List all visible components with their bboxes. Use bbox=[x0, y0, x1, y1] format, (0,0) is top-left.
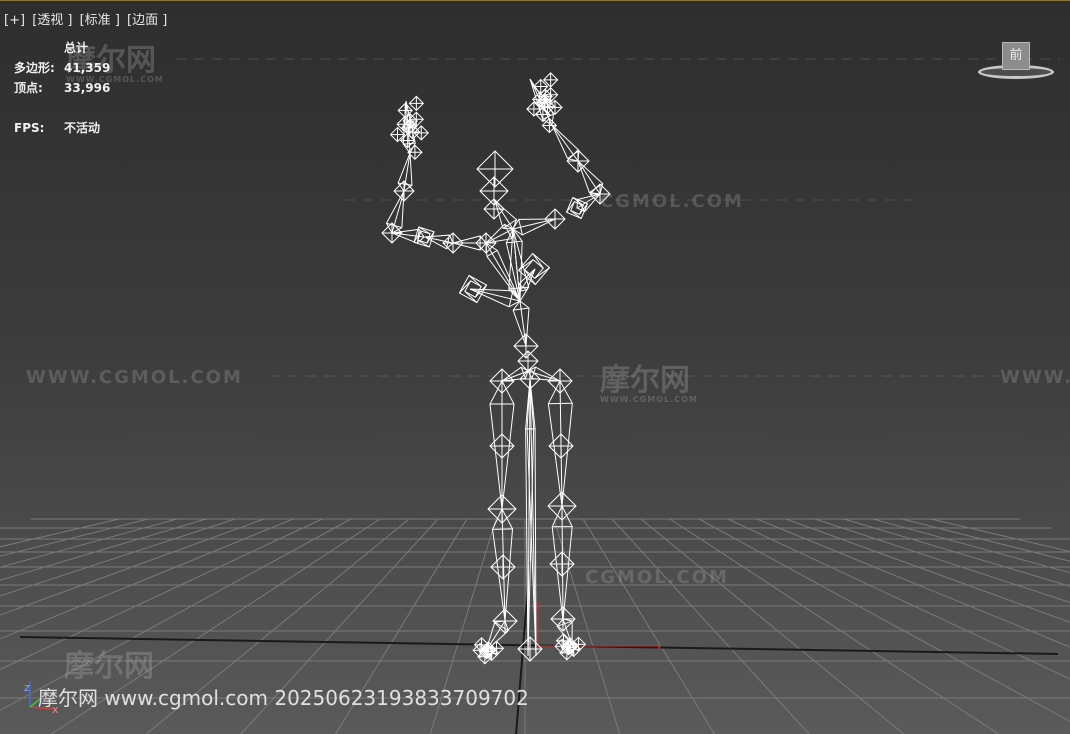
grid-line bbox=[872, 518, 1070, 574]
fps-value: 不活动 bbox=[64, 121, 101, 135]
view-cube-front-face[interactable]: 前 bbox=[1002, 42, 1030, 70]
vertices-label: 顶点: bbox=[14, 81, 43, 95]
viewport-menu-display[interactable]: [边面 ] bbox=[127, 13, 167, 28]
grid-line bbox=[640, 518, 905, 734]
polygons-label: 多边形: bbox=[14, 61, 55, 75]
viewport-menu-view[interactable]: [透视 ] bbox=[32, 13, 72, 28]
bone-cross bbox=[492, 528, 513, 530]
bone bbox=[484, 223, 514, 244]
bone-cross bbox=[403, 142, 416, 145]
joint bbox=[513, 333, 539, 359]
polygons-value: 41,359 bbox=[64, 61, 111, 75]
bone bbox=[551, 124, 580, 162]
grid-line bbox=[785, 518, 1070, 623]
fps-label: FPS: bbox=[14, 121, 45, 135]
viewport-menu-general[interactable]: [+] bbox=[4, 13, 25, 28]
footer-watermark: 摩尔网 www.cgmol.com 20250623193833709702 bbox=[38, 686, 529, 710]
bone-cross bbox=[486, 249, 498, 257]
watermark-left: WWW.CGMOL.COM bbox=[26, 367, 243, 388]
joint bbox=[544, 208, 566, 230]
pivot-x-label: x bbox=[656, 642, 662, 653]
viewport-perspective[interactable]: xy zx WWW.CGMOL.COM WWW.CGMOL.COM CGMOL.… bbox=[0, 0, 1070, 734]
bone-cross bbox=[567, 150, 580, 160]
watermark-lower: CGMOL.COM bbox=[585, 567, 729, 588]
bone bbox=[397, 152, 413, 192]
joint bbox=[408, 95, 425, 112]
gizmo-z-label: z bbox=[24, 681, 30, 694]
watermark-right: WWW.CGMOL.COM bbox=[1000, 367, 1070, 388]
grid-line bbox=[611, 518, 810, 734]
watermark-logo-center: 摩尔网 WWW.CGMOL.COM bbox=[600, 363, 698, 404]
watermark-logo-bottom: 摩尔网 bbox=[64, 649, 154, 684]
grid-line bbox=[582, 518, 715, 734]
stats-header: 总计 bbox=[64, 41, 89, 55]
viewport-menu-shading[interactable]: [标准 ] bbox=[80, 13, 120, 28]
grid-line bbox=[553, 518, 621, 734]
vertices-value: 33,996 bbox=[64, 81, 111, 95]
bone-axis bbox=[551, 124, 579, 162]
bone bbox=[577, 160, 604, 195]
watermark-upper: CGMOL.COM bbox=[600, 191, 744, 212]
grid-line bbox=[901, 518, 1070, 562]
view-cube[interactable]: 前 bbox=[978, 41, 1054, 85]
bone bbox=[525, 378, 535, 657]
statistics-overlay: 总计 多边形: 41,359 顶点: 33,996 FPS: 不活动 bbox=[14, 38, 110, 138]
joint bbox=[476, 150, 514, 188]
bone bbox=[390, 228, 425, 244]
bone-skeleton[interactable] bbox=[381, 72, 611, 665]
joint bbox=[490, 554, 516, 580]
bone bbox=[512, 218, 556, 236]
grid-line bbox=[698, 518, 1070, 722]
joint bbox=[483, 198, 505, 220]
viewport-label-menu: [+] [透视 ] [标准 ] [边面 ] bbox=[4, 9, 170, 28]
